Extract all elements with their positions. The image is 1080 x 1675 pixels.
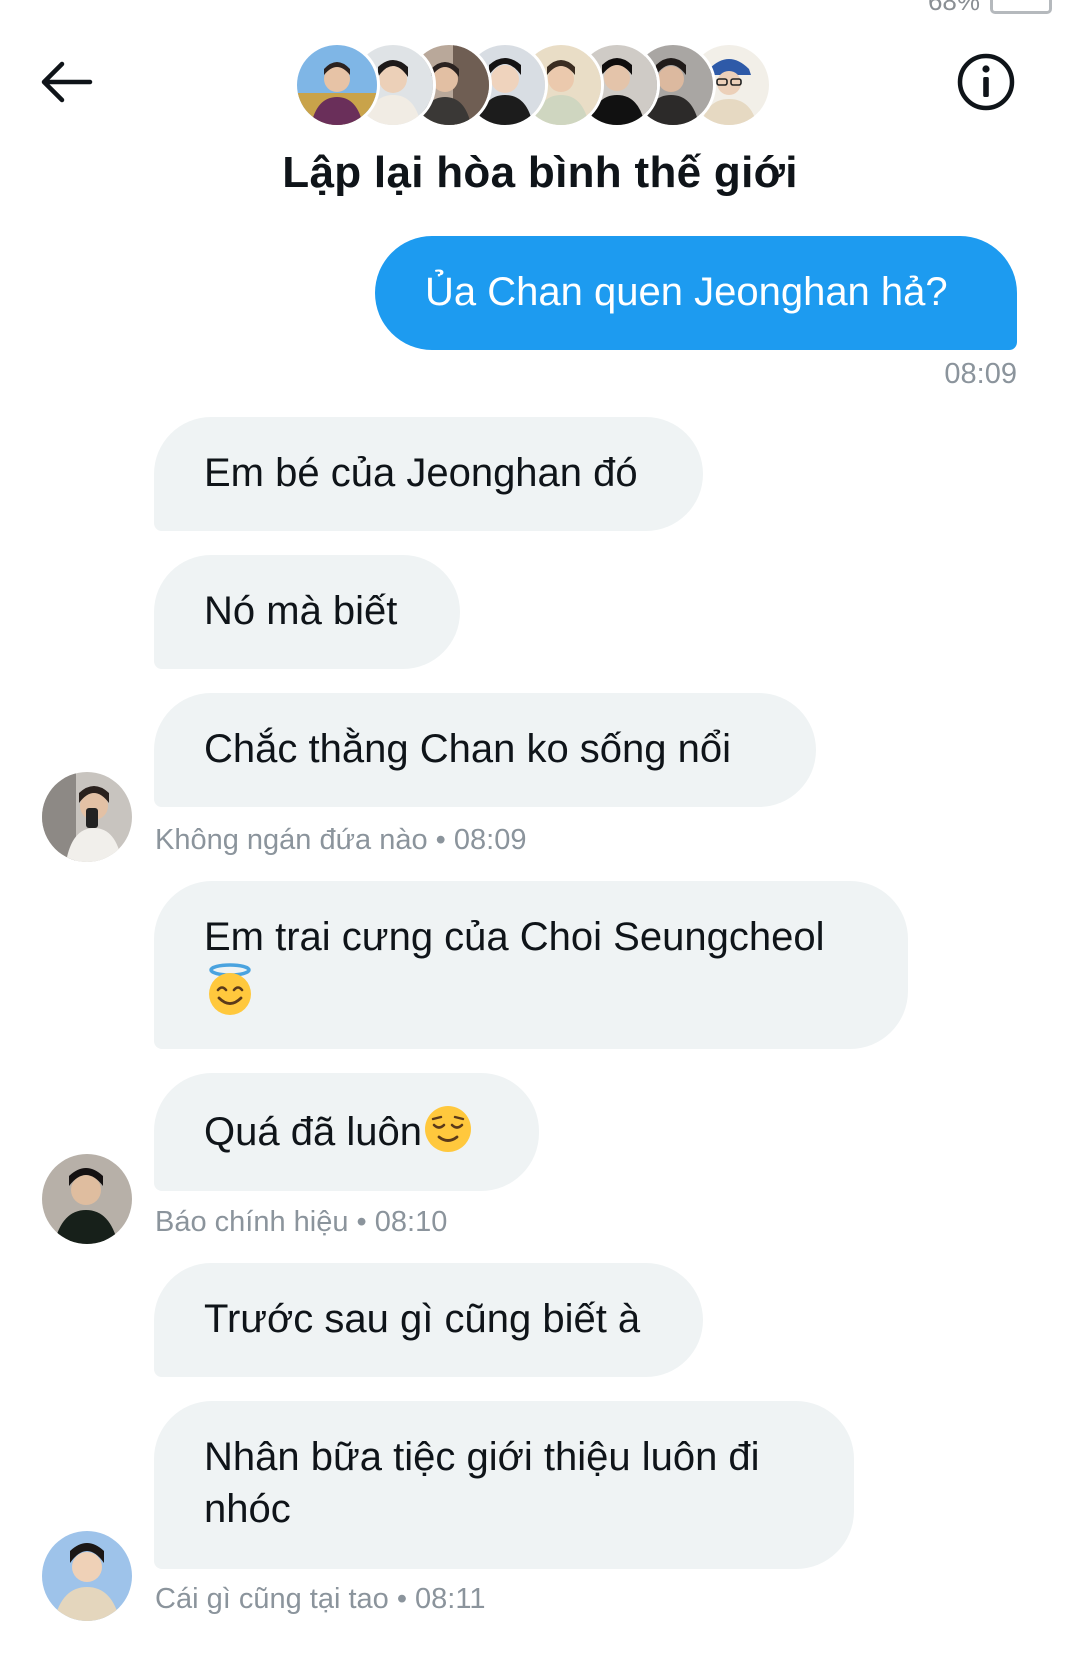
message-text: Chắc thằng Chan ko sống nổi	[204, 727, 732, 771]
relieved-face-emoji	[424, 1106, 471, 1152]
meta-separator: •	[435, 824, 446, 856]
sender-avatar[interactable]	[42, 772, 132, 862]
info-circle-icon	[957, 53, 1015, 111]
message-text: Ủa Chan quen Jeonghan hả?	[425, 270, 948, 314]
arrow-left-icon	[41, 61, 93, 103]
member-avatar-1	[294, 42, 380, 128]
message-text: Em trai cưng của Choi Seungcheol	[204, 915, 825, 959]
message-text: Quá đã luôn	[204, 1110, 422, 1154]
message-timestamp: 08:09	[944, 358, 1017, 390]
message-meta: Cái gì cũng tại tao • 08:11	[155, 1583, 485, 1616]
smiling-face-with-halo-emoji	[209, 963, 251, 1015]
incoming-message-bubble[interactable]: Nhân bữa tiệc giới thiệu luôn đi nhóc	[154, 1401, 854, 1569]
sender-avatar[interactable]	[42, 1531, 132, 1621]
sender-avatar[interactable]	[42, 1154, 132, 1244]
back-button[interactable]	[34, 54, 98, 110]
incoming-message-bubble[interactable]: Nó mà biết	[154, 555, 460, 669]
sender-name: Cái gì cũng tại tao	[155, 1583, 389, 1615]
sender-name: Không ngán đứa nào	[155, 824, 428, 856]
message-meta: Không ngán đứa nào • 08:09	[155, 824, 526, 857]
message-text: Em bé của Jeonghan đó	[204, 451, 638, 495]
battery-percent: 68%	[927, 0, 980, 16]
group-avatar-stack[interactable]	[294, 42, 774, 128]
status-bar: 68%	[928, 0, 1052, 17]
message-text: Trước sau gì cũng biết à	[204, 1297, 641, 1341]
incoming-message-bubble[interactable]: Chắc thằng Chan ko sống nổi	[154, 693, 816, 807]
incoming-message-bubble[interactable]: Em bé của Jeonghan đó	[154, 417, 703, 531]
message-text: Nhân bữa tiệc giới thiệu luôn đi nhóc	[204, 1435, 760, 1531]
incoming-message-bubble[interactable]: Em trai cưng của Choi Seungcheol	[154, 881, 908, 1049]
message-meta: Báo chính hiệu • 08:10	[155, 1206, 447, 1239]
meta-separator: •	[396, 1583, 407, 1615]
conversation-info-button[interactable]	[952, 48, 1020, 116]
incoming-message-bubble[interactable]: Trước sau gì cũng biết à	[154, 1263, 703, 1377]
message-timestamp: 08:10	[374, 1206, 448, 1238]
incoming-message-bubble[interactable]: Quá đã luôn	[154, 1073, 539, 1191]
message-text: Nó mà biết	[204, 589, 398, 633]
message-timestamp: 08:09	[453, 824, 527, 856]
meta-separator: •	[356, 1206, 367, 1238]
message-timestamp: 08:11	[415, 1583, 486, 1615]
sender-name: Báo chính hiệu	[155, 1206, 349, 1238]
group-title[interactable]: Lập lại hòa bình thế giới	[0, 148, 1080, 198]
outgoing-message-bubble[interactable]: Ủa Chan quen Jeonghan hả?	[375, 236, 1017, 350]
battery-icon	[990, 0, 1052, 14]
